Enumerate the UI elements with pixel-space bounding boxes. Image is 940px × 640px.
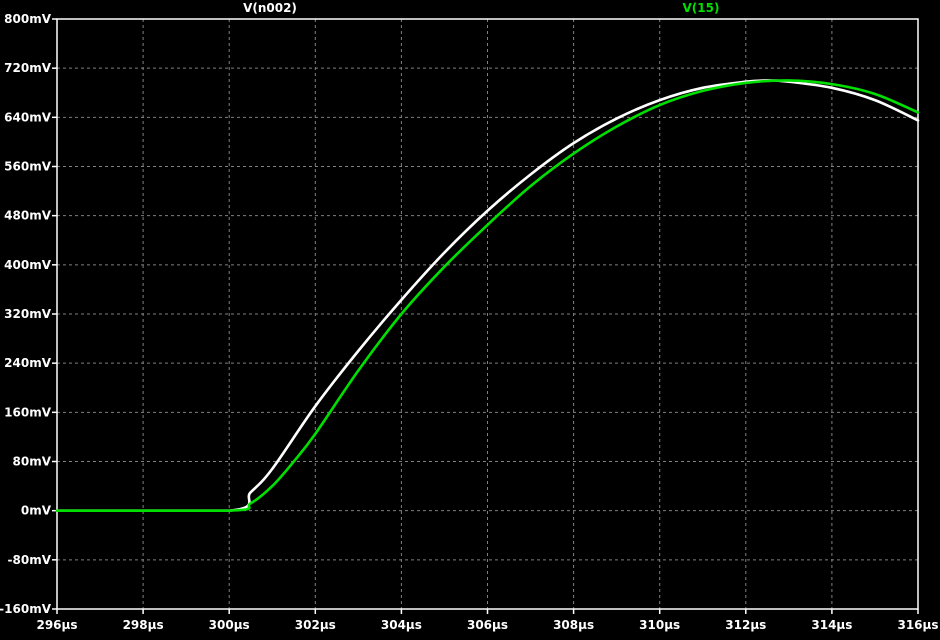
y-tick-label: -160mV xyxy=(0,602,52,616)
x-tick-label: 302µs xyxy=(295,618,336,632)
x-tick-label: 306µs xyxy=(467,618,508,632)
y-tick-label: 240mV xyxy=(4,356,52,370)
y-tick-label: -80mV xyxy=(8,553,52,567)
y-tick-label: 800mV xyxy=(4,12,52,26)
x-tick-label: 304µs xyxy=(381,618,422,632)
y-tick-label: 160mV xyxy=(4,405,52,419)
y-tick-label: 400mV xyxy=(4,258,52,272)
x-tick-label: 314µs xyxy=(811,618,852,632)
x-tick-label: 310µs xyxy=(639,618,680,632)
y-tick-label: 640mV xyxy=(4,110,52,124)
x-tick-label: 308µs xyxy=(553,618,594,632)
x-tick-label: 312µs xyxy=(725,618,766,632)
chart-background xyxy=(0,0,940,635)
y-tick-label: 560mV xyxy=(4,160,52,174)
y-tick-label: 0mV xyxy=(21,504,52,518)
y-tick-label: 720mV xyxy=(4,61,52,75)
x-tick-label: 316µs xyxy=(897,618,938,632)
y-tick-label: 480mV xyxy=(4,209,52,223)
line-chart: 296µs 298µs 300µs 302µs 304µs 306µs 308µs 310µs… xyxy=(0,0,940,635)
plot-area: 296µs 298µs 300µs 302µs 304µs 306µs 308µs 310µs… xyxy=(0,0,940,635)
y-tick-label: 80mV xyxy=(13,455,52,469)
x-tick-label: 298µs xyxy=(123,618,164,632)
x-tick-label: 296µs xyxy=(36,618,77,632)
y-tick-label: 320mV xyxy=(4,307,52,321)
x-tick-label: 300µs xyxy=(209,618,250,632)
legend-label-v-15[interactable]: V(15) xyxy=(683,1,720,15)
legend-label-v-n002[interactable]: V(n002) xyxy=(243,1,297,15)
